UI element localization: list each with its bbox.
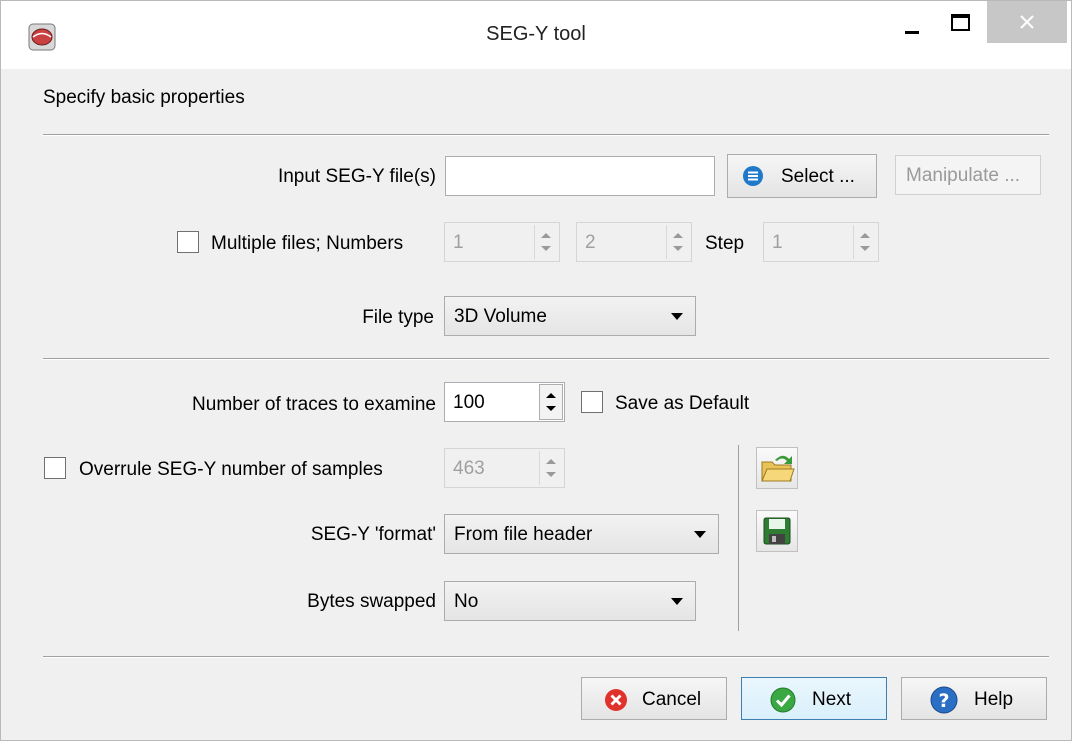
vertical-separator xyxy=(738,445,739,631)
stepper-arrows[interactable] xyxy=(666,225,689,259)
select-button-label: Select ... xyxy=(781,166,855,187)
save-default-label: Save as Default xyxy=(615,393,750,414)
traces-stepper[interactable]: 100 xyxy=(444,382,565,422)
step-label: Step xyxy=(705,233,745,254)
cancel-button[interactable]: Cancel xyxy=(581,677,727,720)
save-setup-button[interactable] xyxy=(756,510,798,552)
format-label: SEG-Y 'format' xyxy=(310,524,436,545)
help-button[interactable]: ? Help xyxy=(901,677,1047,720)
help-button-label: Help xyxy=(974,689,1014,710)
overrule-samples-label: Overrule SEG-Y number of samples xyxy=(79,459,383,480)
stepper-arrows[interactable] xyxy=(534,225,557,259)
samples-stepper[interactable]: 463 xyxy=(444,448,565,488)
stepper-arrows[interactable] xyxy=(853,225,876,259)
input-file-field[interactable] xyxy=(445,156,715,196)
close-icon xyxy=(1020,15,1034,29)
format-dropdown[interactable]: From file header xyxy=(444,514,719,554)
open-folder-icon xyxy=(761,455,795,482)
overrule-samples-checkbox[interactable] xyxy=(44,457,66,479)
samples-value: 463 xyxy=(453,458,485,479)
divider-middle xyxy=(43,358,1049,360)
file-type-value: 3D Volume xyxy=(454,306,547,327)
check-icon xyxy=(770,687,796,713)
select-button[interactable]: Select ... xyxy=(727,154,877,198)
file-type-dropdown[interactable]: 3D Volume xyxy=(444,296,696,336)
chevron-down-icon xyxy=(694,531,706,538)
svg-text:?: ? xyxy=(938,690,949,712)
list-icon xyxy=(743,166,763,186)
traces-label: Number of traces to examine xyxy=(192,394,436,415)
bytes-swapped-label: Bytes swapped xyxy=(307,591,436,612)
maximize-icon[interactable] xyxy=(949,11,973,35)
minimize-icon[interactable] xyxy=(901,15,925,39)
next-button-label: Next xyxy=(812,689,852,710)
bytes-swapped-dropdown[interactable]: No xyxy=(444,581,696,621)
save-default-checkbox[interactable] xyxy=(581,391,603,413)
close-button[interactable] xyxy=(987,1,1067,43)
divider-top xyxy=(43,134,1049,136)
cancel-icon xyxy=(605,689,627,711)
multiple-files-start-value: 1 xyxy=(453,232,464,253)
chevron-down-icon xyxy=(671,598,683,605)
file-type-label: File type xyxy=(362,307,434,328)
stepper-arrows[interactable] xyxy=(539,451,562,485)
page-heading: Specify basic properties xyxy=(43,87,245,108)
format-value: From file header xyxy=(454,524,593,545)
next-button[interactable]: Next xyxy=(741,677,887,720)
chevron-down-icon xyxy=(671,313,683,320)
dialog-window: SEG-Y tool Specify basic properties Inpu… xyxy=(0,0,1072,741)
bytes-swapped-value: No xyxy=(454,591,479,612)
multiple-files-start-stepper[interactable]: 1 xyxy=(444,222,560,262)
divider-bottom xyxy=(43,656,1049,658)
stepper-arrows[interactable] xyxy=(539,384,563,420)
title-bar[interactable]: SEG-Y tool xyxy=(1,1,1071,69)
cancel-button-label: Cancel xyxy=(642,689,702,710)
manipulate-button-label: Manipulate ... xyxy=(906,165,1021,186)
save-disk-icon xyxy=(763,517,791,545)
multiple-files-stop-value: 2 xyxy=(585,232,596,253)
multiple-files-step-value: 1 xyxy=(772,232,783,253)
multiple-files-step-stepper[interactable]: 1 xyxy=(763,222,879,262)
help-icon: ? xyxy=(930,686,958,714)
multiple-files-stop-stepper[interactable]: 2 xyxy=(576,222,692,262)
multiple-files-checkbox[interactable] xyxy=(177,231,199,253)
multiple-files-label: Multiple files; Numbers xyxy=(211,233,404,254)
open-setup-button[interactable] xyxy=(756,447,798,489)
input-file-label: Input SEG-Y file(s) xyxy=(277,166,436,187)
manipulate-button[interactable]: Manipulate ... xyxy=(895,155,1041,195)
traces-value: 100 xyxy=(453,392,485,413)
